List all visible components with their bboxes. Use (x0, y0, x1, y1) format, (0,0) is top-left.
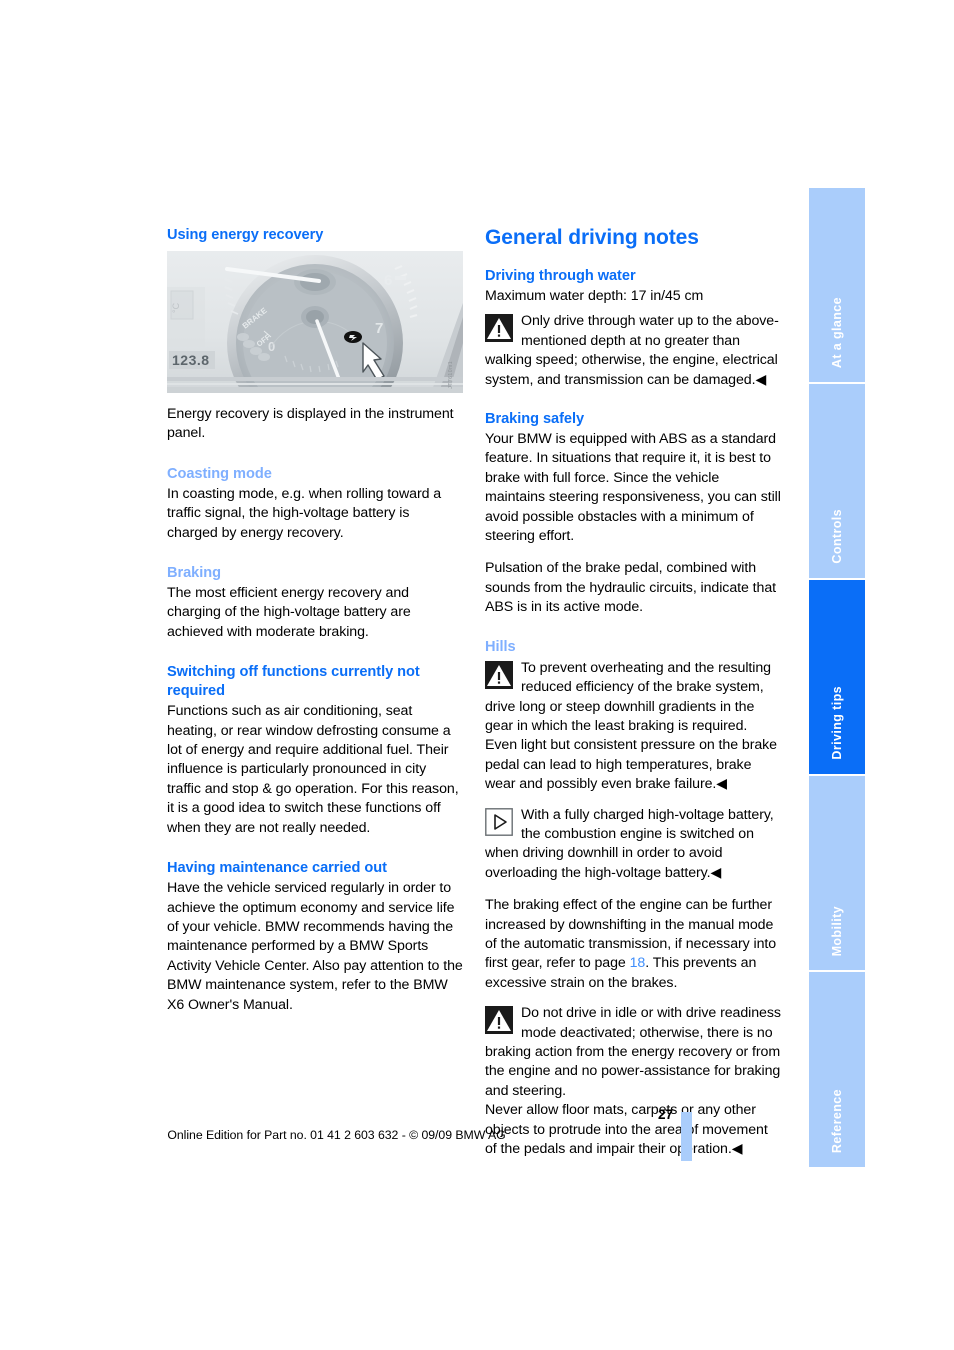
heading-switching-off-functions: Switching off functions currently not re… (167, 664, 420, 700)
text-engine-braking-effect: The braking effect of the engine can be … (485, 896, 781, 993)
instrument-cluster-illustration: °C 123.8 6 7 0 BRAKE OFF (167, 251, 463, 393)
heading-coasting-mode: Coasting mode (167, 465, 272, 482)
svg-text:6: 6 (384, 272, 392, 289)
manual-page: At a glance Controls Driving tips Mobili… (0, 0, 954, 1350)
text-switching-off-functions: Functions such as air conditioning, seat… (167, 703, 459, 836)
svg-text:123.8: 123.8 (172, 352, 210, 368)
text-having-maintenance-carried-out: Have the vehicle serviced regularly in o… (167, 880, 463, 1013)
warning-driving-through-water: Only drive through water up to the above… (485, 312, 781, 390)
tab-at-a-glance[interactable]: At a glance (809, 188, 865, 384)
left-column: Using energy recovery °C 123.8 6 7 0 BRA… (167, 226, 463, 1015)
tab-controls-label: Controls (829, 509, 844, 564)
tab-at-a-glance-label: At a glance (829, 296, 844, 368)
footer-imprint: Online Edition for Part no. 01 41 2 603 … (167, 1128, 506, 1142)
page-reference-link[interactable]: 18 (630, 955, 646, 971)
tab-reference-label: Reference (829, 1088, 844, 1153)
heading-braking: Braking (167, 565, 221, 582)
svg-text:°C: °C (171, 302, 181, 313)
info-hills-battery: With a fully charged high-voltage batter… (485, 806, 781, 884)
info-triangle-icon (485, 807, 513, 836)
heading-having-maintenance-carried-out: Having maintenance carried out (167, 860, 387, 877)
tab-driving-tips-label: Driving tips (829, 686, 844, 760)
left-column-heading: Using energy recovery (167, 227, 324, 243)
text-maximum-water-depth: Maximum water depth: 17 in/45 cm (485, 288, 704, 304)
text-braking: The most efficient energy recovery and c… (167, 585, 411, 640)
heading-driving-through-water: Driving through water (485, 268, 636, 284)
section-tab-rail: At a glance Controls Driving tips Mobili… (809, 188, 865, 1167)
page-title: General driving notes (485, 226, 699, 249)
heading-braking-safely: Braking safely (485, 411, 585, 428)
warning-triangle-icon (485, 314, 513, 343)
svg-text:7: 7 (375, 320, 383, 337)
figure-caption: Energy recovery is displayed in the inst… (167, 406, 454, 442)
warning-hills-overheating-text: To prevent overheating and the resulting… (485, 659, 777, 793)
page-number: 27 (657, 1107, 673, 1122)
right-column: General driving notes Driving through wa… (485, 226, 781, 1159)
warning-driving-through-water-text: Only drive through water up to the above… (485, 313, 779, 388)
info-hills-battery-text: With a fully charged high-voltage batter… (485, 806, 774, 881)
figure-image-code: JT7610m1 (447, 361, 454, 389)
warning-hills-overheating: To prevent overheating and the resulting… (485, 659, 781, 795)
tab-reference[interactable]: Reference (809, 972, 865, 1167)
warning-idle-drive-readiness: Do not drive in idle or with drive readi… (485, 1004, 781, 1101)
tab-mobility[interactable]: Mobility (809, 776, 865, 972)
heading-hills: Hills (485, 638, 516, 655)
text-coasting-mode: In coasting mode, e.g. when rolling towa… (167, 485, 442, 541)
tab-mobility-label: Mobility (829, 905, 844, 956)
page-number-marker-bar (681, 1112, 692, 1161)
tab-controls[interactable]: Controls (809, 384, 865, 580)
text-braking-safely-1: Your BMW is equipped with ABS as a stand… (485, 431, 781, 545)
warning-idle-drive-readiness-text: Do not drive in idle or with drive readi… (485, 1005, 781, 1099)
tab-driving-tips[interactable]: Driving tips (809, 580, 865, 776)
warning-triangle-icon (485, 1006, 513, 1035)
instrument-panel-figure: °C 123.8 6 7 0 BRAKE OFF JT7610m1 (167, 251, 463, 393)
warning-triangle-icon (485, 660, 513, 689)
text-braking-safely-2: Pulsation of the brake pedal, combined w… (485, 560, 777, 616)
